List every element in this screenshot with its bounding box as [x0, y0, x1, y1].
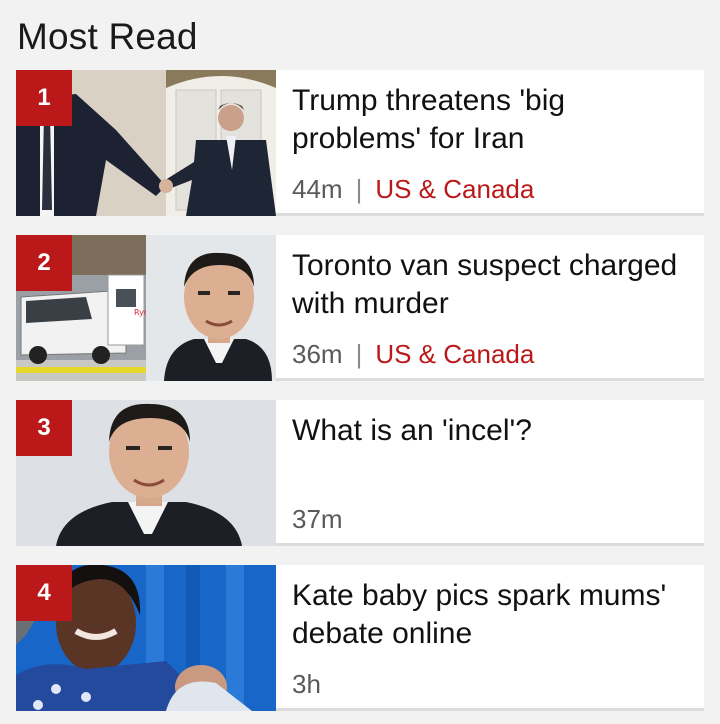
story-thumbnail[interactable]: Ryder 2	[16, 235, 276, 381]
story-headline[interactable]: What is an 'incel'?	[292, 412, 692, 450]
rank-badge: 1	[16, 70, 72, 126]
story-thumbnail[interactable]: 3	[16, 400, 276, 546]
story-headline[interactable]: Trump threatens 'big problems' for Iran	[292, 82, 692, 158]
story-category[interactable]: US & Canada	[375, 339, 534, 370]
rank-badge: 4	[16, 565, 72, 621]
story-card[interactable]: 4 Kate baby pics spark mums' debate onli…	[16, 565, 704, 711]
meta-separator: |	[355, 174, 363, 204]
story-card[interactable]: 3 What is an 'incel'? 37m	[16, 400, 704, 546]
meta-separator: |	[355, 339, 363, 369]
story-time: 36m	[292, 339, 343, 369]
story-meta: 3h	[292, 669, 321, 700]
story-headline[interactable]: Kate baby pics spark mums' debate online	[292, 577, 692, 653]
story-category[interactable]: US & Canada	[375, 174, 534, 205]
section-title: Most Read	[17, 16, 198, 57]
story-meta: 44m | US & Canada	[292, 174, 534, 205]
story-card[interactable]: Ryder 2 Toronto van suspect charged with…	[16, 235, 704, 381]
story-time: 44m	[292, 174, 343, 204]
story-meta: 37m	[292, 504, 343, 535]
rank-badge: 2	[16, 235, 72, 291]
story-time: 3h	[292, 669, 321, 699]
story-meta: 36m | US & Canada	[292, 339, 534, 370]
story-thumbnail[interactable]: 4	[16, 565, 276, 711]
story-time: 37m	[292, 504, 343, 534]
story-thumbnail[interactable]: 1	[16, 70, 276, 216]
rank-badge: 3	[16, 400, 72, 456]
story-headline[interactable]: Toronto van suspect charged with murder	[292, 247, 692, 323]
story-card[interactable]: 1 Trump threatens 'big problems' for Ira…	[16, 70, 704, 216]
